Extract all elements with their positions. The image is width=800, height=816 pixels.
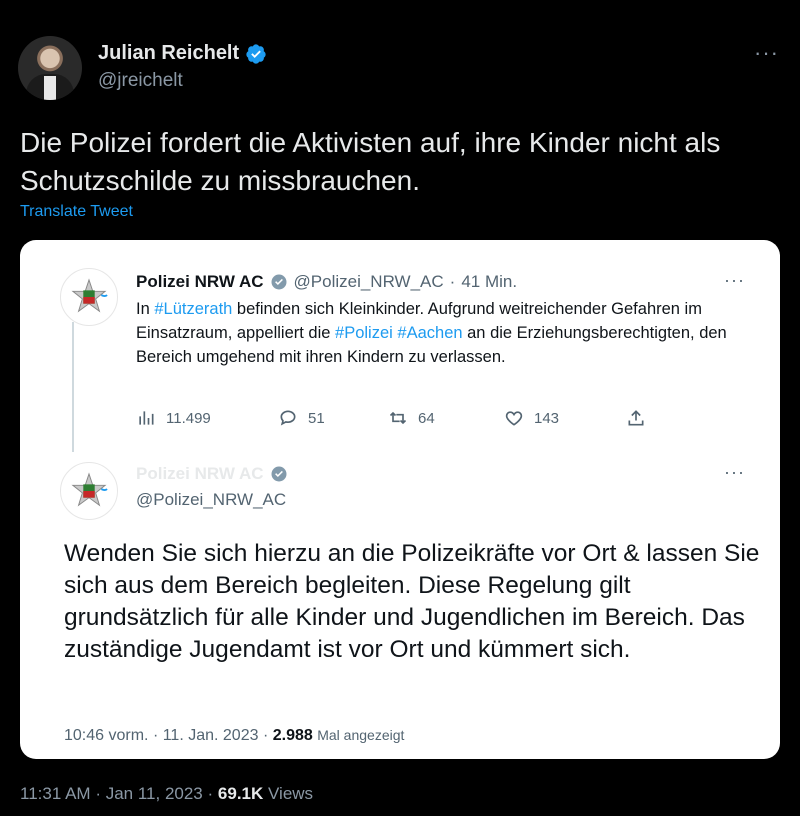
tweet-time[interactable]: 11:31 AM	[20, 784, 91, 803]
author-name-row: Julian Reichelt	[98, 42, 267, 65]
retweet-stat: 64	[388, 408, 435, 428]
translate-tweet-link[interactable]: Translate Tweet	[20, 203, 133, 221]
verified-badge-icon	[246, 43, 266, 64]
quoted-header: Polizei NRW AC @Polizei_NRW_AC · 41 Min.	[136, 272, 517, 292]
police-avatar	[60, 268, 118, 326]
retweet-count: 64	[418, 409, 435, 427]
police-star-icon	[71, 472, 108, 507]
hashtag-polizei: #Polizei	[335, 324, 393, 342]
hashtag-luetzerath: #Lützerath	[154, 300, 233, 318]
reply-date: 11. Jan. 2023	[162, 727, 259, 744]
reply-views-label: Mal angezeigt	[317, 727, 405, 743]
reply-count: 51	[308, 409, 325, 427]
tweet-text: Die Polizei fordert die Aktivisten auf, …	[20, 127, 721, 196]
tweet-container: Julian Reichelt @jreichelt ··· Die Poliz…	[0, 0, 800, 816]
reply-time: 10:46 vorm.	[64, 727, 149, 744]
police-avatar-reply	[60, 462, 118, 520]
quoted-actions: 11.499 51 64 143	[136, 408, 656, 432]
retweet-icon	[389, 411, 407, 425]
quoted-text-prefix: In	[136, 300, 155, 318]
reply-header: Polizei NRW AC	[136, 464, 288, 484]
quoted-author-handle: @Polizei_NRW_AC	[293, 272, 444, 291]
reply-more-icon: ···	[724, 462, 745, 482]
footer-separator-2: ·	[207, 784, 214, 803]
quoted-text: In #Lützerath befinden sich Kleinkinder.…	[136, 297, 756, 369]
heart-icon	[505, 411, 523, 426]
reply-author-handle: @Polizei_NRW_AC	[136, 490, 287, 509]
meta-separator: ·	[449, 272, 456, 291]
author-handle[interactable]: @jreichelt	[98, 70, 183, 92]
police-star-icon	[71, 278, 108, 313]
gray-verified-badge-icon	[271, 466, 287, 482]
tweet-date[interactable]: Jan 11, 2023	[106, 784, 203, 803]
reply-separator-2: ·	[262, 727, 269, 744]
quoted-more-icon: ···	[724, 270, 745, 290]
quoted-age: 41 Min.	[461, 272, 518, 291]
more-horizontal-icon[interactable]: ···	[754, 40, 779, 66]
views-stat: 11.499	[136, 408, 211, 428]
tweet-views-label: Views	[268, 784, 314, 803]
hashtag-aachen: #Aachen	[397, 324, 463, 342]
thread-line	[72, 322, 74, 452]
reply-views-count: 2.988	[272, 727, 313, 744]
reply-icon	[280, 410, 296, 426]
tweet-views-count: 69.1K	[217, 784, 264, 803]
author-avatar[interactable]	[18, 36, 82, 100]
share-icon	[628, 410, 644, 426]
views-count: 11.499	[166, 409, 211, 427]
footer-separator-1: ·	[95, 784, 101, 803]
share-stat	[626, 408, 646, 428]
author-name[interactable]: Julian Reichelt	[98, 42, 239, 65]
like-stat: 143	[504, 408, 559, 428]
reply-author-name: Polizei NRW AC	[136, 464, 264, 483]
views-icon	[139, 411, 154, 425]
reply-separator-1: ·	[152, 727, 159, 744]
gray-verified-badge-icon	[271, 274, 287, 290]
quoted-author-name: Polizei NRW AC	[136, 272, 264, 291]
like-count: 143	[534, 409, 560, 427]
reply-text: Wenden Sie sich hierzu an die Polizeikrä…	[64, 540, 760, 663]
reply-stat: 51	[278, 408, 325, 428]
reply-meta: 10:46 vorm. · 11. Jan. 2023 · 2.988 Mal …	[64, 727, 404, 745]
tweet-footer: 11:31 AM · Jan 11, 2023 · 69.1K Views	[20, 784, 313, 804]
